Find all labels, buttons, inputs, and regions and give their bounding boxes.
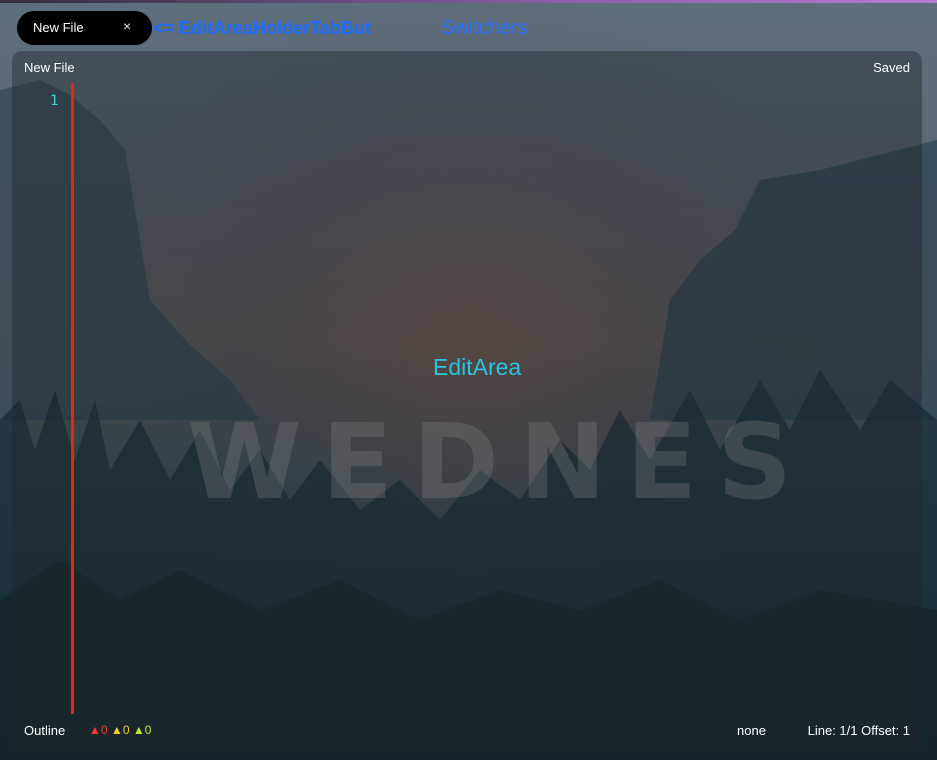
line-number: 1 [50,93,59,109]
info-count: 0 [144,723,152,737]
cursor-position: Line: 1/1 Offset: 1 [807,723,910,738]
error-icon: ▲ [89,723,101,737]
gutter-divider [71,83,74,714]
error-count: 0 [100,723,108,737]
switchers-label: Switchers [441,17,528,39]
watermark-logo: WEDNES [187,401,813,523]
language-mode[interactable]: none [737,723,766,738]
warning-count: 0 [122,723,130,737]
edit-area-label: EditArea [433,354,522,380]
status-bar: Outline ▲0 ▲0 ▲0 none Line: 1/1 Offset: … [12,720,922,742]
warning-icon: ▲ [110,723,123,737]
outline-button[interactable]: Outline [24,723,65,738]
file-tab-label: New File [33,20,84,35]
editor-file-name: New File [24,60,75,75]
save-status: Saved [873,60,910,75]
diagnostics-counts[interactable]: ▲0 ▲0 ▲0 [89,723,151,737]
file-tab[interactable]: New File × [17,11,152,45]
tab-annotation: <= EditAreaHolderTabBut [153,18,371,38]
info-icon: ▲ [132,723,145,737]
edit-area[interactable]: New File Saved 1 WEDNES EditArea Outline… [12,51,922,751]
close-icon[interactable]: × [123,18,131,34]
